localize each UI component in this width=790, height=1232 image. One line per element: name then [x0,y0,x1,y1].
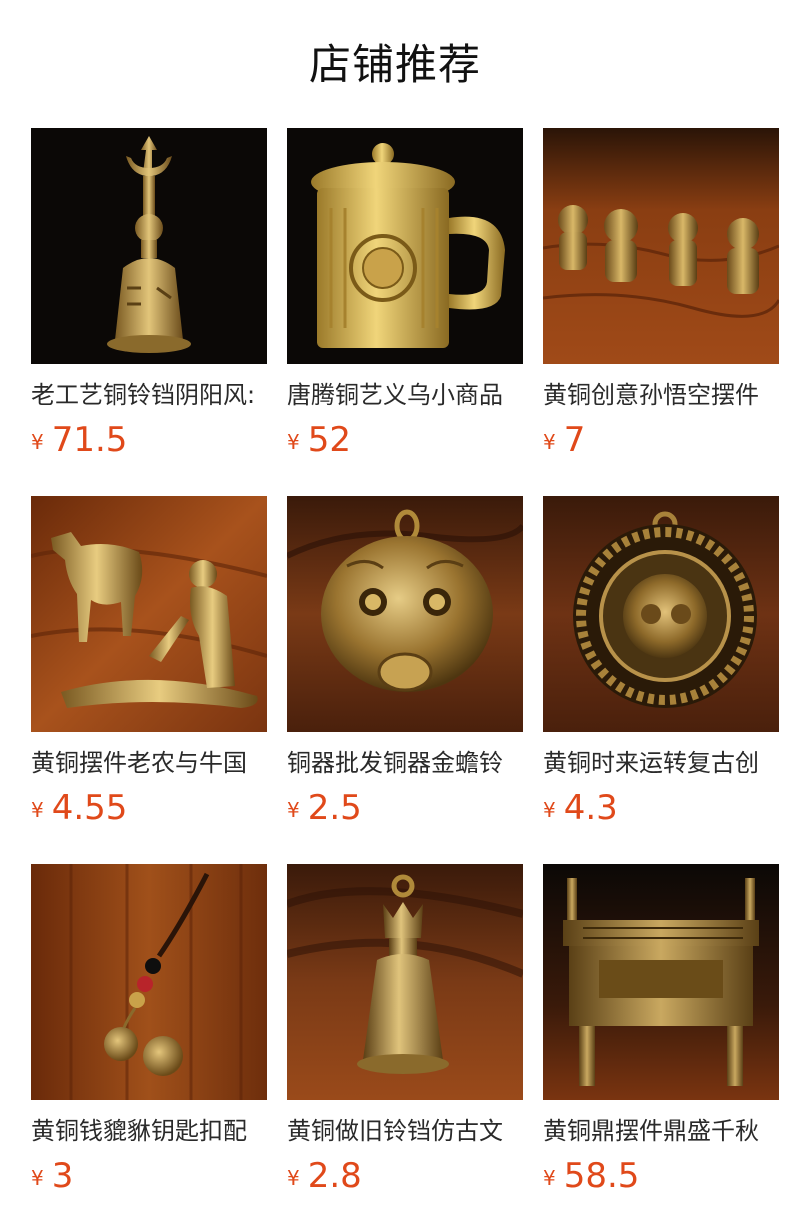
product-name[interactable]: 黄铜时来运转复古创 [543,746,779,780]
brass-pixiu-keychain-icon [31,864,267,1100]
product-grid: 老工艺铜铃铛阴阳风: ¥71.5 唐腾铜艺义乌小商品 ¥52 黄铜创意孙悟空摆件… [31,128,779,1232]
currency-symbol: ¥ [543,430,556,454]
brass-toad-bell-icon [287,496,523,732]
product-price: ¥2.5 [287,786,523,830]
brass-bell-trident-icon [31,128,267,364]
product-name[interactable]: 老工艺铜铃铛阴阳风: [31,378,267,412]
product-name[interactable]: 黄铜摆件老农与牛国 [31,746,267,780]
product-name[interactable]: 黄铜钱貔貅钥匙扣配 [31,1114,267,1148]
product-card[interactable]: 黄铜时来运转复古创 ¥4.3 [543,496,779,864]
product-image[interactable] [287,864,523,1100]
brass-monkey-figurines-icon [543,128,779,364]
product-price: ¥3 [31,1154,267,1198]
product-price: ¥71.5 [31,418,267,462]
product-card[interactable]: 老工艺铜铃铛阴阳风: ¥71.5 [31,128,267,496]
product-image[interactable] [31,864,267,1100]
product-image[interactable] [287,128,523,364]
product-price: ¥7 [543,418,779,462]
product-image[interactable] [31,496,267,732]
price-value: 3 [51,1156,74,1196]
product-card[interactable]: 黄铜做旧铃铛仿古文 ¥2.8 [287,864,523,1232]
currency-symbol: ¥ [31,430,44,454]
product-card[interactable]: 黄铜钱貔貅钥匙扣配 ¥3 [31,864,267,1232]
product-name[interactable]: 黄铜鼎摆件鼎盛千秋 [543,1114,779,1148]
product-image[interactable] [31,128,267,364]
product-card[interactable]: 铜器批发铜器金蟾铃 ¥2.5 [287,496,523,864]
currency-symbol: ¥ [31,1166,44,1190]
currency-symbol: ¥ [543,798,556,822]
currency-symbol: ¥ [31,798,44,822]
product-price: ¥4.3 [543,786,779,830]
product-name[interactable]: 唐腾铜艺义乌小商品 [287,378,523,412]
product-card[interactable]: 唐腾铜艺义乌小商品 ¥52 [287,128,523,496]
product-price: ¥2.8 [287,1154,523,1198]
currency-symbol: ¥ [543,1166,556,1190]
currency-symbol: ¥ [287,1166,300,1190]
price-value: 4.3 [563,788,618,828]
brass-mug-icon [287,128,523,364]
product-image[interactable] [543,496,779,732]
price-value: 71.5 [51,420,128,460]
price-value: 2.8 [307,1156,362,1196]
product-image[interactable] [543,128,779,364]
product-price: ¥58.5 [543,1154,779,1198]
product-card[interactable]: 黄铜创意孙悟空摆件 ¥7 [543,128,779,496]
currency-symbol: ¥ [287,798,300,822]
price-value: 7 [563,420,586,460]
product-name[interactable]: 黄铜做旧铃铛仿古文 [287,1114,523,1148]
price-value: 4.55 [51,788,128,828]
price-value: 52 [307,420,351,460]
brass-round-pendant-icon [543,496,779,732]
brass-ding-cauldron-icon [543,864,779,1100]
product-name[interactable]: 铜器批发铜器金蟾铃 [287,746,523,780]
product-image[interactable] [543,864,779,1100]
product-price: ¥4.55 [31,786,267,830]
brass-crown-bell-icon [287,864,523,1100]
brass-farmer-ox-icon [31,496,267,732]
product-image[interactable] [287,496,523,732]
price-value: 2.5 [307,788,362,828]
product-price: ¥52 [287,418,523,462]
product-name[interactable]: 黄铜创意孙悟空摆件 [543,378,779,412]
product-card[interactable]: 黄铜鼎摆件鼎盛千秋 ¥58.5 [543,864,779,1232]
product-card[interactable]: 黄铜摆件老农与牛国 ¥4.55 [31,496,267,864]
currency-symbol: ¥ [287,430,300,454]
price-value: 58.5 [563,1156,640,1196]
page-title: 店铺推荐 [308,40,481,89]
